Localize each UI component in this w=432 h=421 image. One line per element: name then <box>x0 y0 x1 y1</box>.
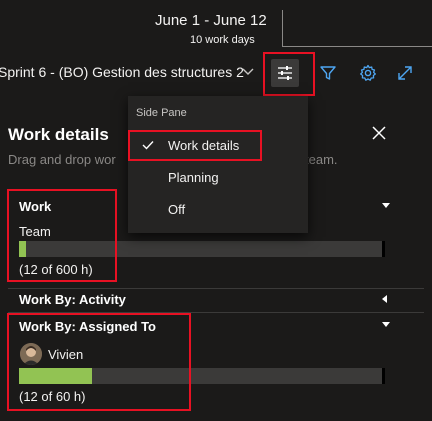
caret-left-icon[interactable] <box>382 295 387 303</box>
capacity-marker <box>382 368 385 384</box>
highlight-assigned-section <box>7 313 191 411</box>
section-divider <box>8 288 424 289</box>
filter-button[interactable] <box>314 59 342 87</box>
divider-vertical <box>282 10 283 46</box>
menu-item-planning[interactable]: Planning <box>168 170 219 185</box>
settings-button[interactable] <box>354 59 382 87</box>
highlight-work-details-item <box>128 130 262 161</box>
expand-button[interactable] <box>391 59 419 87</box>
caret-down-icon[interactable] <box>382 203 390 208</box>
expand-icon <box>398 66 412 80</box>
side-pane-menu: Side Pane Work details Planning Off <box>128 96 308 233</box>
panel-hint: Drag and drop wor <box>8 152 116 167</box>
work-days-count: 10 work days <box>190 34 255 46</box>
capacity-marker <box>382 241 385 257</box>
highlight-work-section <box>7 189 117 282</box>
filter-icon <box>320 66 336 80</box>
caret-down-icon[interactable] <box>382 322 390 327</box>
divider-horizontal <box>282 46 432 47</box>
sprint-dates: June 1 - June 12 <box>155 12 267 29</box>
chevron-down-icon[interactable] <box>241 64 255 78</box>
menu-item-off[interactable]: Off <box>168 202 185 217</box>
menu-header: Side Pane <box>136 107 187 119</box>
section-title-activity[interactable]: Work By: Activity <box>19 292 126 307</box>
gear-icon <box>360 64 376 81</box>
highlight-settings-button <box>263 52 315 96</box>
sprint-selector[interactable]: Sprint 6 - (BO) Gestion des structures 2 <box>0 64 244 80</box>
panel-title: Work details <box>8 125 109 144</box>
close-icon[interactable] <box>370 124 388 142</box>
